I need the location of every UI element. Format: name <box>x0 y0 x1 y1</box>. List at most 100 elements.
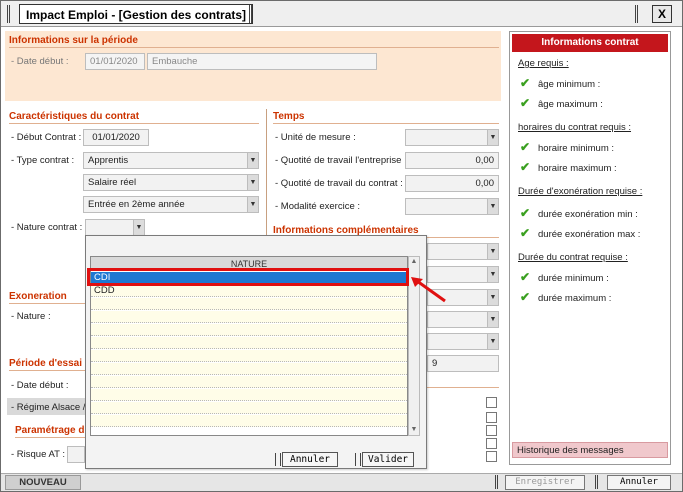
list-item-empty[interactable] <box>91 376 407 388</box>
caracteristiques-divider <box>9 123 259 124</box>
chevron-down-icon[interactable]: ▼ <box>487 267 498 282</box>
check-icon: ✔ <box>520 160 531 174</box>
chevron-down-icon[interactable]: ▼ <box>247 175 258 190</box>
essai-divider <box>9 370 85 371</box>
info-comp-select-5[interactable]: ▼ <box>427 333 499 350</box>
chevron-down-icon[interactable]: ▼ <box>487 199 498 214</box>
risque-at-field[interactable] <box>67 446 85 463</box>
new-button[interactable]: NOUVEAU <box>5 475 81 490</box>
list-item-cdd[interactable]: CDD <box>91 285 407 297</box>
type-contrat-select[interactable]: Apprentis ▼ <box>83 152 259 169</box>
info-contrat-panel: Informations contrat Age requis : ✔ âge m… <box>509 31 671 465</box>
close-button[interactable]: X <box>652 5 672 23</box>
nature-list[interactable]: NATURE CDI CDD <box>90 256 408 436</box>
horaire-min-label: horaire minimum : <box>538 143 615 154</box>
info-comp-select-1[interactable]: ▼ <box>427 243 499 260</box>
chevron-down-icon[interactable]: ▼ <box>247 153 258 168</box>
type-contrat-label: - Type contrat : <box>11 155 75 166</box>
age-min-item: ✔ âge minimum : <box>520 76 600 90</box>
risque-at-label: - Risque AT : <box>11 449 66 460</box>
chevron-down-icon[interactable]: ▼ <box>487 334 498 349</box>
close-grip <box>635 5 638 23</box>
essai-section-title: Période d'essai <box>9 358 82 369</box>
exo-max-label: durée exonération max : <box>538 229 641 240</box>
checkbox-4[interactable] <box>486 438 497 449</box>
age-max-label: âge maximum : <box>538 99 603 110</box>
check-icon: ✔ <box>520 270 531 284</box>
list-item-empty[interactable] <box>91 311 407 323</box>
periode-date-field[interactable]: 01/01/2020 <box>85 53 145 70</box>
periode-section-title: Informations sur la période <box>9 35 138 46</box>
nature-list-header: NATURE <box>91 257 407 271</box>
column-separator <box>266 109 267 239</box>
list-item-empty[interactable] <box>91 415 407 427</box>
annee-value: Entrée en 2ème année <box>88 199 185 210</box>
popup-cancel-button[interactable]: Annuler <box>275 452 338 467</box>
nature-contrat-select[interactable]: ▼ <box>85 219 145 236</box>
info-comp-field[interactable]: 9 <box>427 355 499 372</box>
chevron-down-icon[interactable]: ▼ <box>133 220 144 235</box>
history-messages-button[interactable]: Historique des messages <box>512 442 668 458</box>
list-item-empty[interactable] <box>91 402 407 414</box>
scroll-down-icon[interactable]: ▼ <box>409 425 419 435</box>
age-max-item: ✔ âge maximum : <box>520 96 603 110</box>
list-item-empty[interactable] <box>91 389 407 401</box>
checkbox-2[interactable] <box>486 412 497 423</box>
info-comp-select-4[interactable]: ▼ <box>427 311 499 328</box>
check-icon: ✔ <box>520 290 531 304</box>
chevron-down-icon[interactable]: ▼ <box>487 130 498 145</box>
popup-validate-button[interactable]: Valider <box>355 452 414 467</box>
exoneration-section-title: Exoneration <box>9 291 67 302</box>
salaire-value: Salaire réel <box>88 177 137 188</box>
list-item-empty[interactable] <box>91 350 407 362</box>
cancel-button[interactable]: Annuler <box>607 475 671 490</box>
list-item-empty[interactable] <box>91 298 407 310</box>
exo-group-label: Durée d'exonération requise : <box>518 186 643 197</box>
periode-motif-field[interactable]: Embauche <box>147 53 377 70</box>
parametrage-section-title: Paramétrage d <box>15 425 85 436</box>
checkbox-1[interactable] <box>486 397 497 408</box>
exoneration-nature-label: - Nature : <box>11 311 51 322</box>
periode-divider <box>9 47 499 48</box>
list-item-empty[interactable] <box>91 363 407 375</box>
horaire-min-item: ✔ horaire minimum : <box>520 140 614 154</box>
nature-contrat-label: - Nature contrat : <box>11 222 83 233</box>
exo-min-item: ✔ durée exonération min : <box>520 206 638 220</box>
chevron-down-icon[interactable]: ▼ <box>487 290 498 305</box>
temps-divider <box>273 123 499 124</box>
chevron-down-icon[interactable]: ▼ <box>487 312 498 327</box>
check-icon: ✔ <box>520 96 531 110</box>
duree-group-label: Durée du contrat requise : <box>518 252 628 263</box>
quotite-entreprise-label: - Quotité de travail l'entreprise : <box>275 155 407 166</box>
type-contrat-value: Apprentis <box>88 155 129 166</box>
list-item-empty[interactable] <box>91 337 407 349</box>
debut-contrat-field[interactable]: 01/01/2020 <box>83 129 149 146</box>
quotite-contrat-field[interactable]: 0,00 <box>405 175 499 192</box>
essai-date-label: - Date début : <box>11 380 69 391</box>
chevron-down-icon[interactable]: ▼ <box>487 244 498 259</box>
check-icon: ✔ <box>520 76 531 90</box>
list-item-cdi[interactable]: CDI <box>91 272 407 284</box>
cancel-grip <box>595 475 598 489</box>
save-grip <box>495 475 498 489</box>
pointer-arrow-icon <box>411 277 446 303</box>
salaire-select[interactable]: Salaire réel ▼ <box>83 174 259 191</box>
quotite-entreprise-field[interactable]: 0,00 <box>405 152 499 169</box>
unite-mesure-select[interactable]: ▼ <box>405 129 499 146</box>
scroll-up-icon[interactable]: ▲ <box>409 257 419 267</box>
title-grip <box>7 5 10 23</box>
checkbox-3[interactable] <box>486 425 497 436</box>
annee-select[interactable]: Entrée en 2ème année ▼ <box>83 196 259 213</box>
button-grip <box>355 453 361 466</box>
save-button[interactable]: Enregistrer <box>505 475 585 490</box>
chevron-down-icon[interactable]: ▼ <box>247 197 258 212</box>
popup-validate-label: Valider <box>367 454 409 465</box>
bottom-bar: NOUVEAU Enregistrer Annuler <box>1 473 682 491</box>
list-item-empty[interactable] <box>91 324 407 336</box>
modalite-select[interactable]: ▼ <box>405 198 499 215</box>
info-comp-divider <box>427 387 499 388</box>
checkbox-5[interactable] <box>486 451 497 462</box>
regime-alsace-label: - Régime Alsace / <box>11 402 86 413</box>
unite-mesure-label: - Unité de mesure : <box>275 132 356 143</box>
periode-date-label: - Date début : <box>11 56 69 67</box>
